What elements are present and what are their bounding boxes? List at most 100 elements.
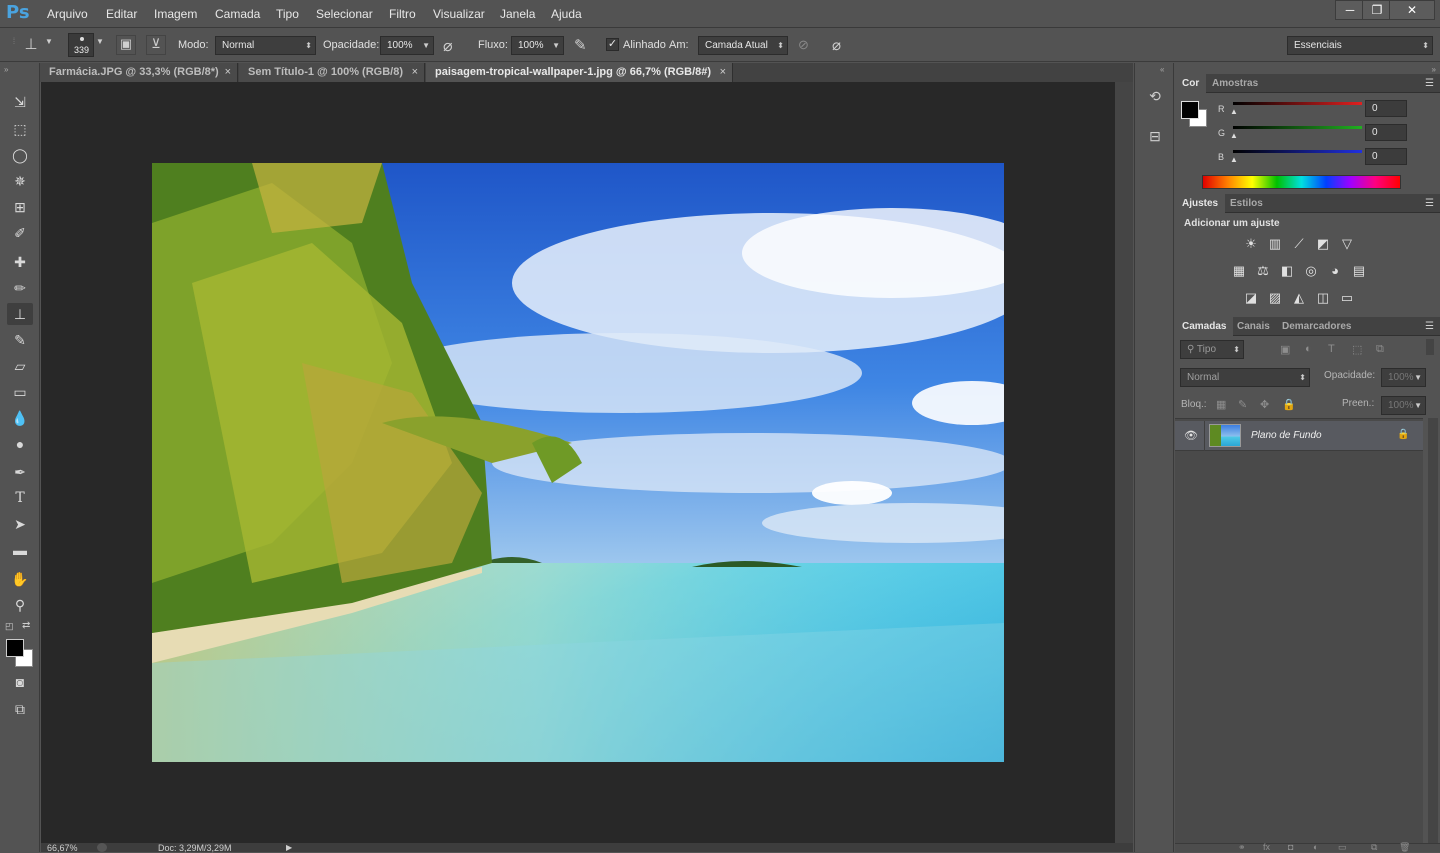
curves-icon[interactable]: ⟋ xyxy=(1290,236,1308,252)
b-input[interactable]: 0 xyxy=(1365,148,1407,165)
layer-row[interactable]: 👁 Plano de Fundo 🔒 xyxy=(1175,421,1423,451)
pressure-size-icon[interactable]: ⌀ xyxy=(832,36,841,54)
close-icon[interactable]: × xyxy=(412,63,418,82)
expand-icon[interactable]: » xyxy=(1432,65,1436,74)
menu-editar[interactable]: Editar xyxy=(106,7,137,21)
layer-name[interactable]: Plano de Fundo xyxy=(1251,430,1322,441)
color-lookup-icon[interactable]: ▤ xyxy=(1350,263,1368,279)
path-selection-tool-icon[interactable]: ➤ xyxy=(7,513,33,535)
opacity-input[interactable]: 100% ▼ xyxy=(380,36,434,55)
menu-selecionar[interactable]: Selecionar xyxy=(316,7,373,21)
screen-mode-icon[interactable]: ⧉ xyxy=(7,698,33,720)
history-brush-tool-icon[interactable]: ✎ xyxy=(7,329,33,351)
new-layer-icon[interactable]: ⧉ xyxy=(1371,842,1377,853)
link-layers-icon[interactable]: ⚭ xyxy=(1238,842,1246,853)
tab-camadas[interactable]: Camadas xyxy=(1175,317,1234,336)
smart-object-filter-icon[interactable]: ⧉ xyxy=(1376,343,1384,356)
menu-arquivo[interactable]: Arquivo xyxy=(47,7,88,21)
airbrush-icon[interactable]: ✎ xyxy=(574,36,587,54)
healing-brush-tool-icon[interactable]: ✚ xyxy=(7,251,33,273)
hue-saturation-icon[interactable]: ▦ xyxy=(1230,263,1248,279)
magic-wand-tool-icon[interactable]: ✵ xyxy=(7,170,33,192)
properties-panel-icon[interactable]: ⊟ xyxy=(1145,128,1165,148)
panel-menu-icon[interactable]: ☰ xyxy=(1425,78,1434,89)
color-balance-icon[interactable]: ⚖ xyxy=(1254,263,1272,279)
pixel-filter-icon[interactable]: ▣ xyxy=(1280,343,1290,356)
status-arrow-icon[interactable]: ▶ xyxy=(286,843,292,852)
minimize-button[interactable]: ─ xyxy=(1335,0,1365,20)
new-adjustment-icon[interactable]: ◐ xyxy=(1313,842,1318,852)
default-colors-icon[interactable]: ◰ xyxy=(5,621,14,632)
chevron-down-icon[interactable]: ▼ xyxy=(45,37,53,46)
slider-thumb-icon[interactable]: ▲ xyxy=(1230,107,1238,116)
collapse-icon[interactable]: » xyxy=(4,65,8,74)
gradient-map-icon[interactable]: ▭ xyxy=(1338,290,1356,306)
brush-size-picker[interactable]: 339 xyxy=(68,33,94,57)
workspace-select[interactable]: Essenciais ⬍ xyxy=(1287,36,1433,55)
r-slider[interactable] xyxy=(1233,102,1362,105)
selective-color-icon[interactable]: ◫ xyxy=(1314,290,1332,306)
g-input[interactable]: 0 xyxy=(1365,124,1407,141)
layer-filter-select[interactable]: ⚲ Tipo ⬍ xyxy=(1180,340,1244,359)
levels-icon[interactable]: ▥ xyxy=(1266,236,1284,252)
r-input[interactable]: 0 xyxy=(1365,100,1407,117)
panel-menu-icon[interactable]: ☰ xyxy=(1425,198,1434,209)
tab-farmacia[interactable]: Farmácia.JPG @ 33,3% (RGB/8*) × xyxy=(40,63,238,82)
zoom-tool-icon[interactable]: ⚲ xyxy=(7,594,33,616)
marquee-tool-icon[interactable]: ⬚ xyxy=(7,118,33,140)
ignore-adjustment-layers-icon[interactable]: ⊘ xyxy=(798,37,809,53)
tab-ajustes[interactable]: Ajustes xyxy=(1175,194,1226,213)
collapse-icon[interactable]: « xyxy=(1160,65,1164,74)
brush-panel-icon[interactable]: ▣ xyxy=(116,35,136,55)
layers-scrollbar[interactable] xyxy=(1428,418,1438,848)
flow-input[interactable]: 100% ▼ xyxy=(511,36,564,55)
layer-style-icon[interactable]: fx xyxy=(1263,842,1270,852)
foreground-color-swatch[interactable] xyxy=(1181,101,1199,119)
menu-visualizar[interactable]: Visualizar xyxy=(433,7,485,21)
hand-tool-icon[interactable]: ✋ xyxy=(7,568,33,590)
delete-layer-icon[interactable]: 🗑 xyxy=(1399,842,1410,853)
add-mask-icon[interactable]: ◘ xyxy=(1288,842,1293,852)
menu-filtro[interactable]: Filtro xyxy=(389,7,416,21)
pressure-opacity-icon[interactable]: ⌀ xyxy=(443,36,453,56)
g-slider[interactable] xyxy=(1233,126,1362,129)
foreground-color-swatch[interactable] xyxy=(6,639,24,657)
lock-transparency-icon[interactable]: ▦ xyxy=(1216,398,1226,411)
slider-thumb-icon[interactable]: ▲ xyxy=(1230,131,1238,140)
brush-chevron-icon[interactable]: ▼ xyxy=(96,37,104,46)
photo-filter-icon[interactable]: ◎ xyxy=(1302,263,1320,279)
vertical-scrollbar[interactable] xyxy=(1115,82,1133,843)
tab-demarcadores[interactable]: Demarcadores xyxy=(1275,317,1358,336)
adjustment-filter-icon[interactable]: ◐ xyxy=(1305,343,1312,355)
dodge-tool-icon[interactable]: ● xyxy=(7,433,33,455)
quick-mask-icon[interactable]: ◙ xyxy=(7,671,33,693)
gradient-tool-icon[interactable]: ▭ xyxy=(7,381,33,403)
tab-sem-titulo[interactable]: Sem Título-1 @ 100% (RGB/8) × xyxy=(239,63,425,82)
lock-position-icon[interactable]: ✥ xyxy=(1260,398,1269,411)
channel-mixer-icon[interactable]: ◕ xyxy=(1326,263,1344,279)
brush-tool-icon[interactable]: ✏ xyxy=(7,277,33,299)
menu-janela[interactable]: Janela xyxy=(500,7,535,21)
vibrance-icon[interactable]: ▽ xyxy=(1338,236,1356,252)
shape-filter-icon[interactable]: ⬚ xyxy=(1352,343,1362,356)
clone-source-icon[interactable]: ⊻ xyxy=(146,35,166,55)
threshold-icon[interactable]: ◭ xyxy=(1290,290,1308,306)
tab-amostras[interactable]: Amostras xyxy=(1205,74,1265,93)
fill-input[interactable]: 100% ▼ xyxy=(1381,396,1426,415)
crop-tool-icon[interactable]: ⊞ xyxy=(7,196,33,218)
restore-button[interactable]: ❐ xyxy=(1362,0,1392,20)
panel-menu-icon[interactable]: ☰ xyxy=(1425,321,1434,332)
posterize-icon[interactable]: ▨ xyxy=(1266,290,1284,306)
close-button[interactable]: ✕ xyxy=(1389,0,1435,20)
lasso-tool-icon[interactable]: ◯ xyxy=(7,144,33,166)
clone-stamp-preset-icon[interactable]: ⊥ xyxy=(20,35,42,55)
invert-icon[interactable]: ◪ xyxy=(1242,290,1260,306)
lock-pixels-icon[interactable]: ✎ xyxy=(1238,398,1247,411)
black-white-icon[interactable]: ◧ xyxy=(1278,263,1296,279)
filter-toggle[interactable] xyxy=(1426,339,1434,355)
blend-mode-select[interactable]: Normal ⬍ xyxy=(1180,368,1310,387)
menu-imagem[interactable]: Imagem xyxy=(154,7,197,21)
menu-camada[interactable]: Camada xyxy=(215,7,260,21)
layer-opacity-input[interactable]: 100% ▼ xyxy=(1381,368,1426,387)
slider-thumb-icon[interactable]: ▲ xyxy=(1230,155,1238,164)
